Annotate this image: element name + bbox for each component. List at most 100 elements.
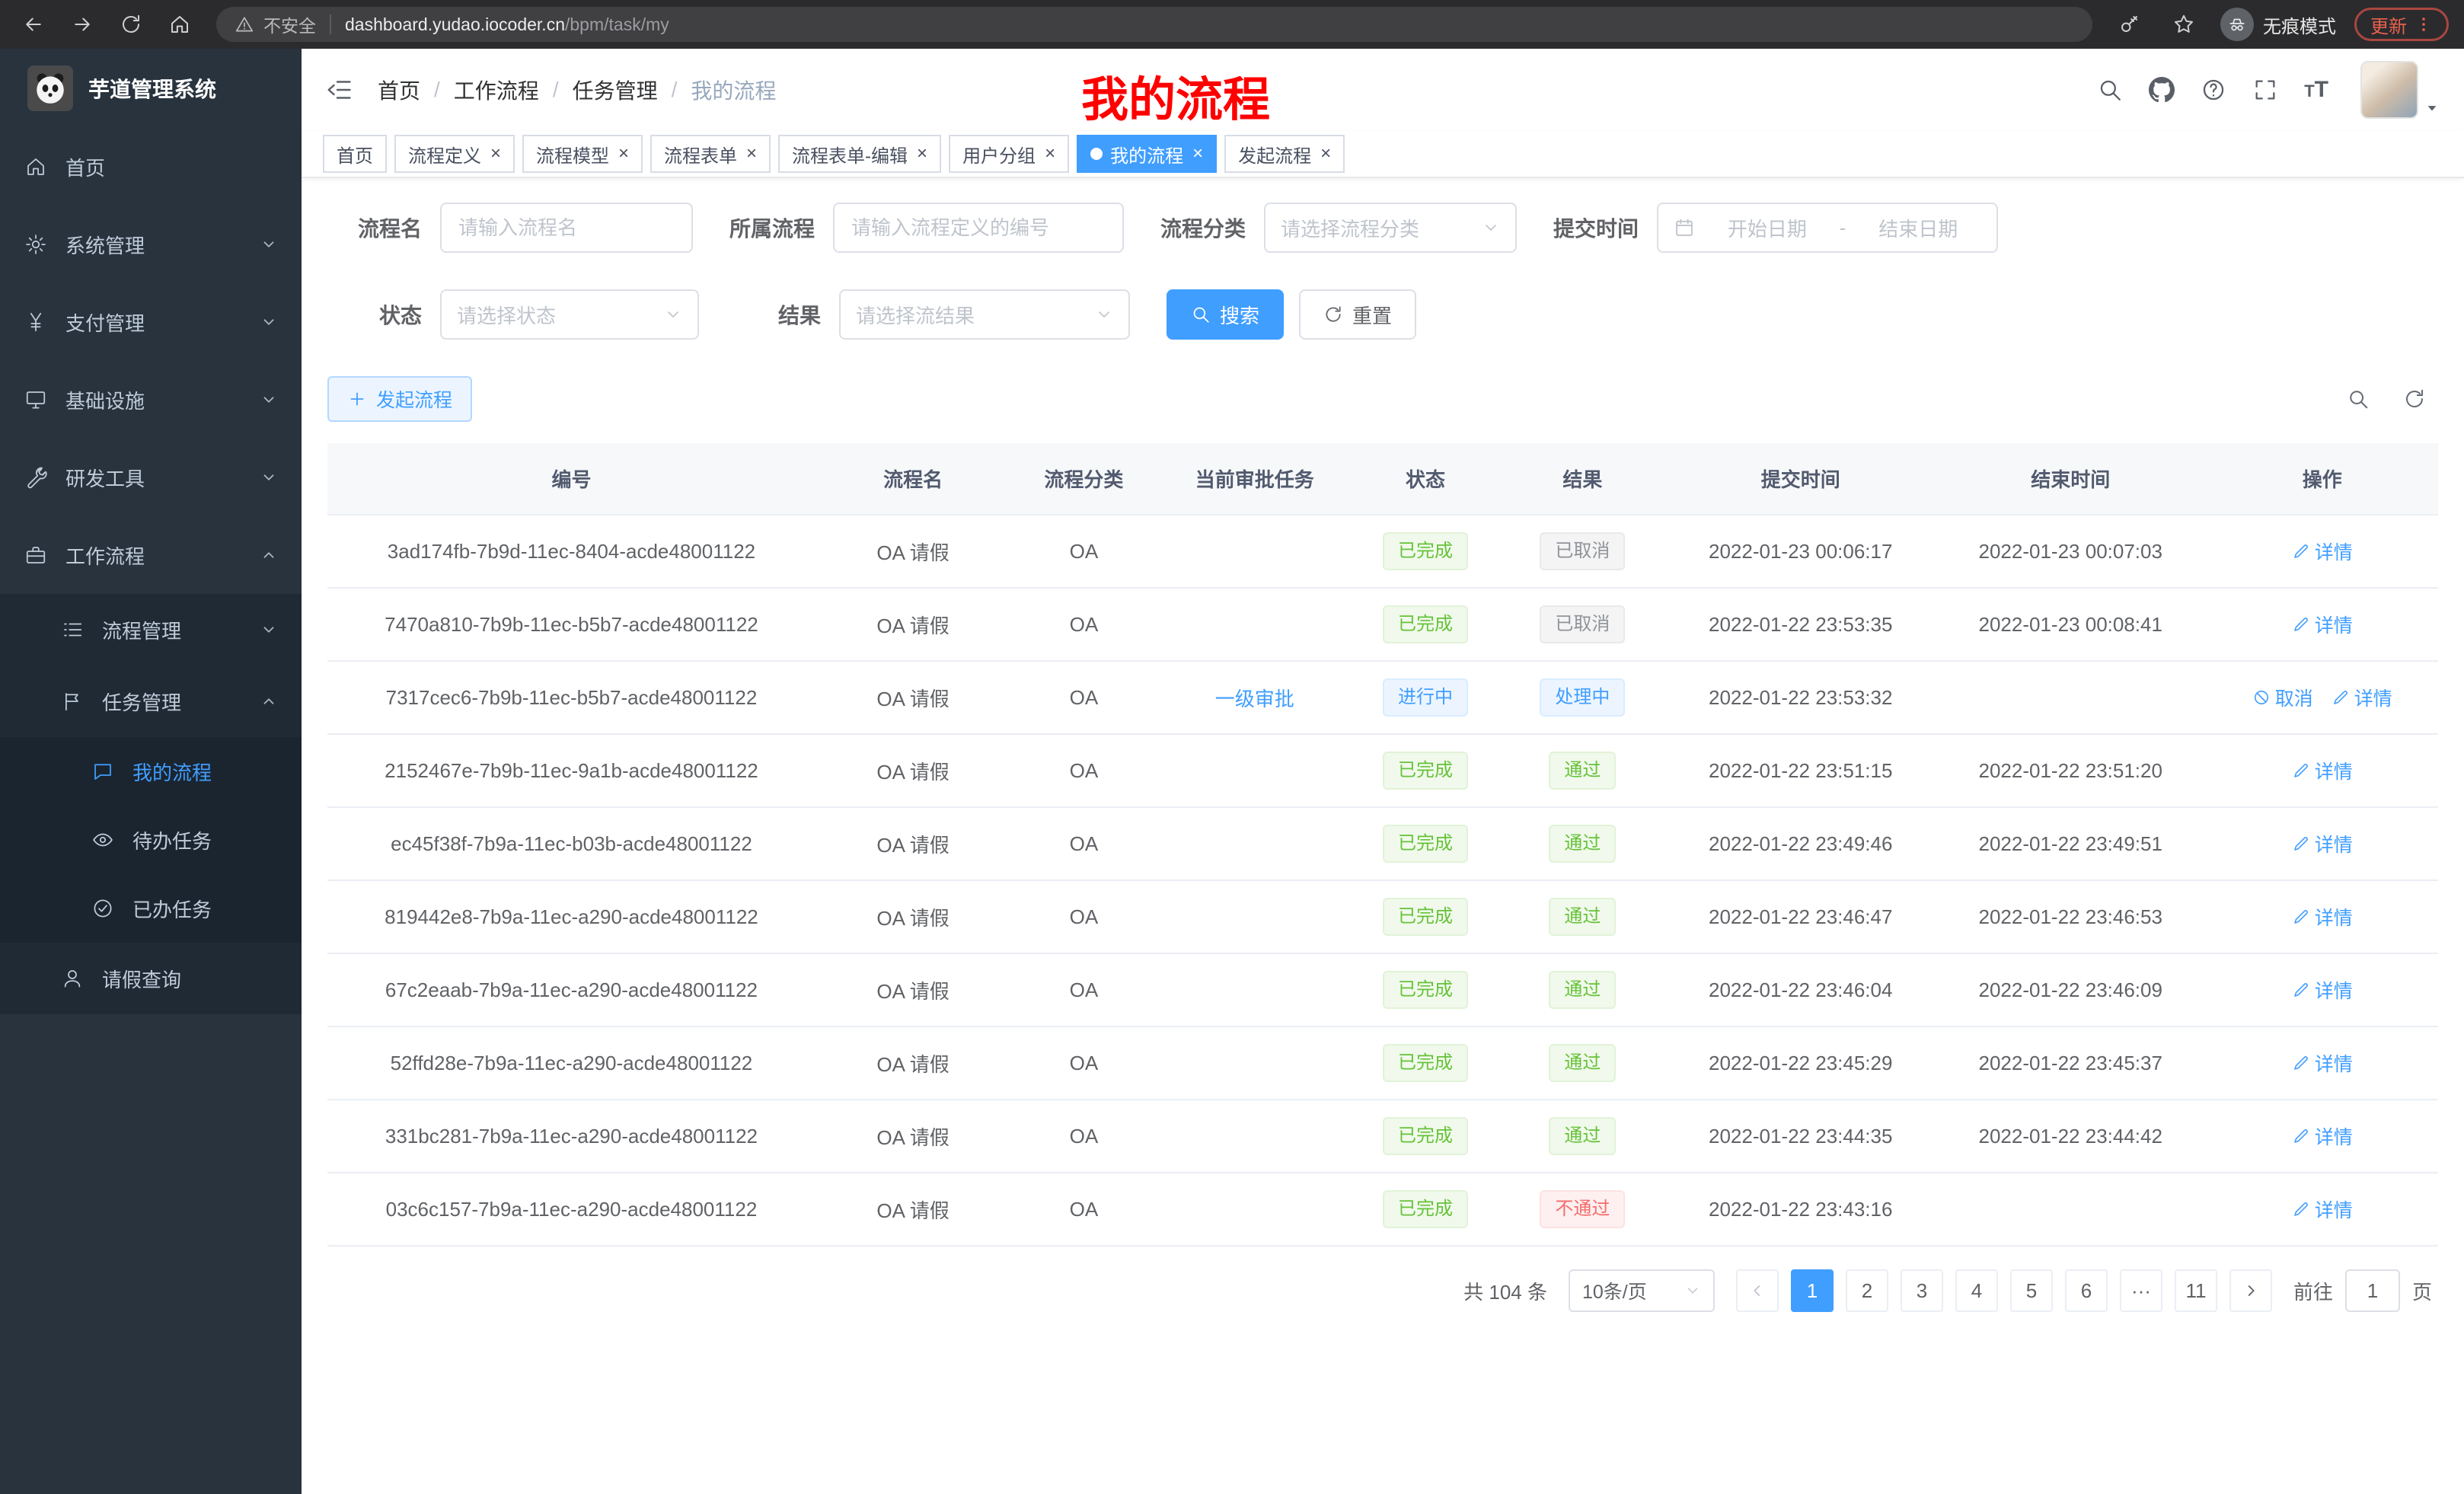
page-button-11[interactable]: 11 (2175, 1269, 2217, 1312)
sidebar-item-label: 我的流程 (132, 758, 212, 786)
detail-button[interactable]: 详情 (2292, 976, 2353, 1004)
tab-流程定义[interactable]: 流程定义× (394, 135, 515, 173)
create-process-button[interactable]: 发起流程 (327, 376, 472, 422)
page-button-1[interactable]: 1 (1791, 1269, 1834, 1312)
column-header: 结束时间 (1935, 443, 2207, 515)
table-row: 52ffd28e-7b9a-11ec-a290-acde48001122OA 请… (327, 1026, 2438, 1100)
app-logo-row[interactable]: 芋道管理系统 (0, 49, 302, 128)
sidebar-item-infra[interactable]: 基础设施 (0, 361, 302, 439)
github-icon[interactable] (2149, 77, 2175, 103)
help-icon[interactable] (2201, 77, 2226, 103)
search-icon[interactable] (2097, 77, 2123, 103)
sidebar: 芋道管理系统 首页系统管理支付管理基础设施研发工具工作流程流程管理任务管理我的流… (0, 49, 302, 1494)
detail-button[interactable]: 详情 (2292, 1049, 2353, 1077)
column-header: 流程名 (815, 443, 1010, 515)
browser-back-button[interactable] (15, 6, 52, 43)
browser-forward-button[interactable] (64, 6, 101, 43)
search-button[interactable]: 搜索 (1167, 289, 1284, 340)
start-date-placeholder: 开始日期 (1704, 214, 1830, 242)
sidebar-item-devtools[interactable]: 研发工具 (0, 439, 302, 516)
page-button-3[interactable]: 3 (1901, 1269, 1943, 1312)
browser-home-button[interactable] (161, 6, 198, 43)
detail-button[interactable]: 详情 (2292, 830, 2353, 857)
chevron-down-icon (1095, 305, 1113, 324)
next-page-button[interactable] (2229, 1269, 2272, 1312)
close-icon[interactable]: × (490, 145, 501, 163)
tab-发起流程[interactable]: 发起流程× (1224, 135, 1345, 173)
tab-用户分组[interactable]: 用户分组× (949, 135, 1069, 173)
tab-首页[interactable]: 首页 (323, 135, 387, 173)
cell-status: 已完成 (1352, 880, 1499, 953)
close-icon[interactable]: × (917, 145, 927, 163)
detail-button[interactable]: 详情 (2292, 903, 2353, 931)
sidebar-item-my-process[interactable]: 我的流程 (0, 737, 302, 806)
prev-page-button[interactable] (1736, 1269, 1779, 1312)
pager-ellipsis[interactable]: ··· (2120, 1269, 2162, 1312)
sidebar-item-system[interactable]: 系统管理 (0, 206, 302, 283)
font-size-icon[interactable]: TT (2304, 77, 2328, 103)
sidebar-item-home[interactable]: 首页 (0, 128, 302, 206)
sidebar-fold-button[interactable] (326, 76, 353, 104)
detail-button[interactable]: 详情 (2332, 684, 2392, 711)
detail-button[interactable]: 详情 (2292, 757, 2353, 784)
fullscreen-icon[interactable] (2252, 77, 2278, 103)
close-icon[interactable]: × (1192, 145, 1203, 163)
cell-category: OA (1010, 661, 1157, 734)
close-icon[interactable]: × (1045, 145, 1055, 163)
detail-button[interactable]: 详情 (2292, 538, 2353, 565)
sidebar-item-task-mgmt[interactable]: 任务管理 (0, 666, 302, 737)
bookmark-star-icon[interactable] (2166, 6, 2202, 43)
detail-button[interactable]: 详情 (2292, 611, 2353, 638)
close-icon[interactable]: × (746, 145, 757, 163)
cell-end-time (1935, 1173, 2207, 1246)
tab-流程模型[interactable]: 流程模型× (522, 135, 643, 173)
key-icon[interactable] (2111, 6, 2147, 43)
reset-button[interactable]: 重置 (1299, 289, 1416, 340)
sidebar-item-process-mgmt[interactable]: 流程管理 (0, 594, 302, 666)
page-size-select[interactable]: 10条/页 (1569, 1269, 1715, 1312)
result-select[interactable]: 请选择流结果 (839, 289, 1130, 340)
process-definition-input[interactable] (833, 203, 1124, 253)
result-badge: 已取消 (1540, 532, 1625, 570)
cell-status: 已完成 (1352, 734, 1499, 807)
date-range-picker[interactable]: 开始日期 - 结束日期 (1657, 203, 1998, 253)
tab-我的流程[interactable]: 我的流程× (1077, 135, 1217, 173)
tab-流程表单-编辑[interactable]: 流程表单-编辑× (778, 135, 941, 173)
detail-button[interactable]: 详情 (2292, 1122, 2353, 1150)
url-path: /bpm/task/my (565, 14, 669, 35)
browser-reload-button[interactable] (113, 6, 149, 43)
result-badge: 已取消 (1540, 605, 1625, 643)
status-select[interactable]: 请选择状态 (440, 289, 699, 340)
column-header: 流程分类 (1010, 443, 1157, 515)
breadcrumb-item[interactable]: 工作流程 (454, 75, 539, 105)
user-menu[interactable] (2360, 61, 2440, 119)
sidebar-item-done-task[interactable]: 已办任务 (0, 874, 302, 943)
breadcrumb-item[interactable]: 首页 (378, 75, 420, 105)
sidebar-item-workflow[interactable]: 工作流程 (0, 516, 302, 594)
sidebar-item-leave-query[interactable]: 请假查询 (0, 943, 302, 1014)
close-icon[interactable]: × (618, 145, 629, 163)
detail-button[interactable]: 详情 (2292, 1196, 2353, 1223)
process-name-input[interactable] (440, 203, 693, 253)
cancel-button[interactable]: 取消 (2252, 684, 2313, 711)
cell-name: OA 请假 (815, 880, 1010, 953)
category-select[interactable]: 请选择流程分类 (1264, 203, 1517, 253)
sidebar-item-todo-task[interactable]: 待办任务 (0, 806, 302, 874)
page-button-4[interactable]: 4 (1955, 1269, 1998, 1312)
address-bar[interactable]: 不安全 dashboard.yudao.iocoder.cn /bpm/task… (216, 7, 2092, 42)
table-body: 3ad174fb-7b9d-11ec-8404-acde48001122OA 请… (327, 515, 2438, 1246)
close-icon[interactable]: × (1320, 145, 1331, 163)
task-link[interactable]: 一级审批 (1215, 688, 1294, 710)
hide-search-icon[interactable] (2347, 388, 2370, 410)
filter-row-2: 状态 请选择状态 结果 请选择流结果 (327, 289, 2438, 340)
page-button-2[interactable]: 2 (1846, 1269, 1888, 1312)
breadcrumb-item[interactable]: 任务管理 (573, 75, 658, 105)
refresh-table-icon[interactable] (2403, 388, 2426, 410)
page-button-6[interactable]: 6 (2065, 1269, 2108, 1312)
sidebar-item-payment[interactable]: 支付管理 (0, 283, 302, 361)
sidebar-item-label: 已办任务 (132, 895, 212, 923)
browser-update-button[interactable]: 更新 (2354, 8, 2449, 41)
goto-page-input[interactable] (2345, 1269, 2400, 1312)
page-button-5[interactable]: 5 (2010, 1269, 2053, 1312)
tab-流程表单[interactable]: 流程表单× (650, 135, 771, 173)
